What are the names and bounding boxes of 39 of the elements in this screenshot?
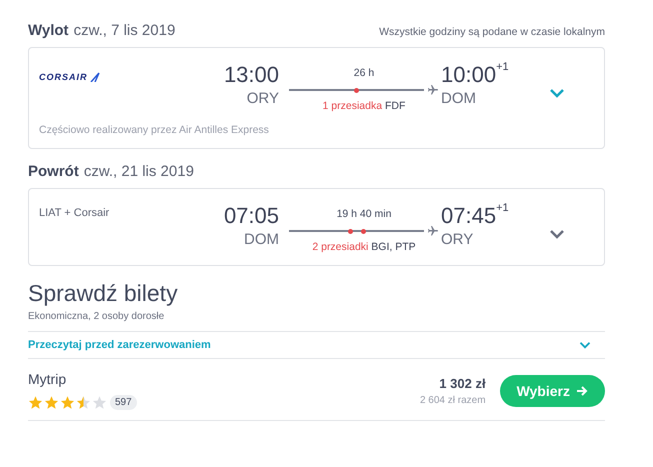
star-icon: [28, 395, 43, 410]
plane-icon: [427, 84, 439, 96]
arrow-right-icon: [576, 384, 588, 396]
star-icon: [44, 395, 59, 410]
flight-card[interactable]: LIAT + Corsair 07:05 DOM 19 h 40 min 2 przesiadki BGI, PTP 07:45$^{+1}$ ORY: [28, 188, 605, 266]
flight-duration: 26 h: [354, 67, 374, 79]
price: 1 302 zł: [439, 376, 486, 390]
operated-by-text: Częściowo realizowany przez Air Antilles Express: [39, 124, 270, 136]
arrival-time: 07:45$^{+1}$: [441, 203, 510, 229]
leg-label: Powrót: [28, 163, 79, 180]
plane-icon: [427, 225, 439, 237]
departure-time: 07:05: [224, 203, 279, 229]
airline-name: LIAT + Corsair: [39, 207, 110, 219]
total-price: 2 604 zł razem: [420, 394, 486, 406]
section-title: Sprawdź bilety: [28, 280, 179, 307]
star-icon: [92, 395, 107, 410]
flight-card[interactable]: CORSAIR 13:00 ORY 26 h 1 przesiadka FDF 10:00$^{+1}$ DOM Częściowo realizowany przez Air Antilles Express: [28, 47, 605, 149]
fare-summary: Ekonomiczna, 2 osoby dorosłe: [28, 311, 166, 322]
leg-date: czw., 7 lis 2019: [74, 22, 176, 39]
arrival-airport: ORY: [441, 231, 474, 248]
arrival-time: 10:00$^{+1}$: [441, 62, 510, 88]
timezone-note: Wszystkie godziny są podane w czasie lokalnym: [379, 26, 605, 38]
provider-name: Mytrip: [28, 371, 68, 387]
star-icon: [76, 395, 91, 410]
stops-text: 1 przesiadka FDF: [322, 100, 406, 112]
departure-time: 13:00: [224, 62, 279, 88]
departure-airport: DOM: [244, 231, 279, 248]
leg-label: Wylot: [28, 22, 69, 39]
departure-airport: ORY: [246, 90, 279, 107]
stops-text: 2 przesiadki BGI, PTP: [312, 241, 416, 253]
arrival-airport: DOM: [441, 90, 477, 107]
chevron-down-icon[interactable]: [549, 229, 565, 239]
chevron-down-icon[interactable]: [549, 88, 565, 98]
chevron-down-icon: [579, 341, 591, 349]
review-count: 597: [110, 395, 137, 410]
airline-logo: CORSAIR: [39, 72, 100, 82]
star-icon: [60, 395, 75, 410]
flight-duration: 19 h 40 min: [336, 208, 392, 220]
leg-date: czw., 21 lis 2019: [84, 163, 194, 180]
